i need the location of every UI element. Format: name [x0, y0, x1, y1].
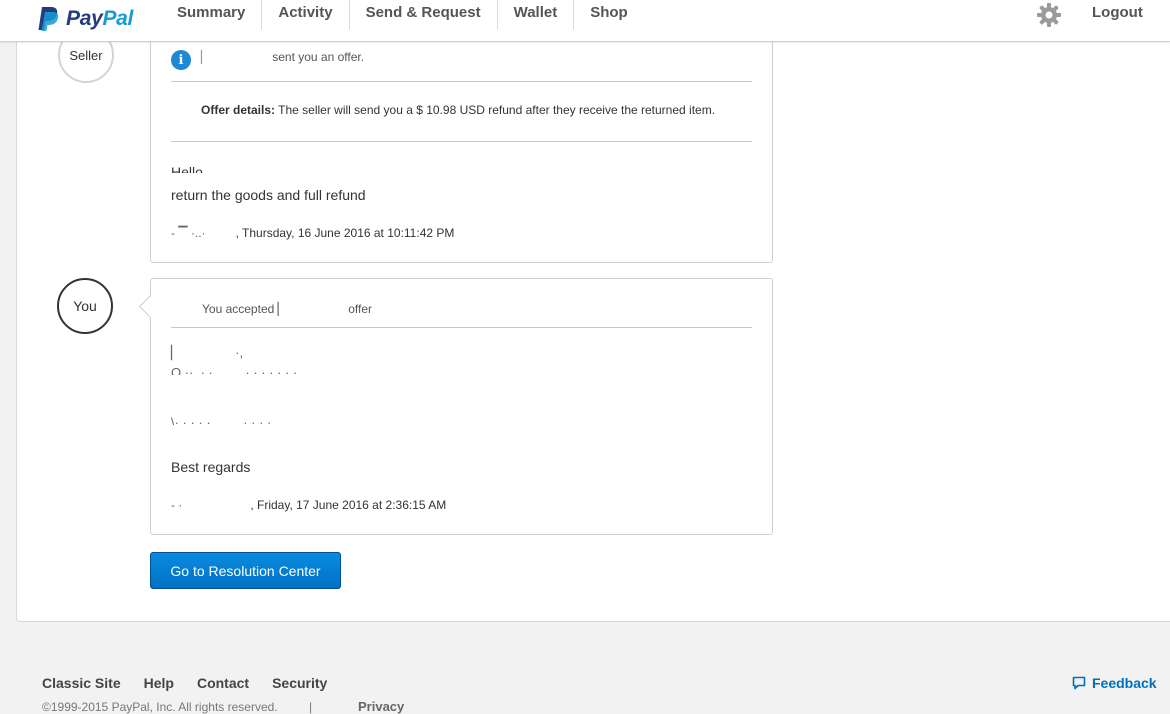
- feedback-icon: [1072, 676, 1086, 690]
- nav-shop[interactable]: Shop: [574, 0, 644, 30]
- seller-label: Seller: [69, 47, 103, 63]
- nav-wallet[interactable]: Wallet: [498, 0, 575, 30]
- nav-summary[interactable]: Summary: [161, 0, 263, 30]
- paypal-wordmark: PayPal: [66, 7, 134, 30]
- paypal-logo-icon: [38, 7, 59, 31]
- message-closing: Best regards: [171, 459, 251, 475]
- signature-timestamp: , Thursday, 16 June 2016 at 10:11:42 PM: [235, 226, 455, 240]
- message-signature: - ▔ ·..·, Thursday, 16 June 2016 at 10:1…: [171, 226, 455, 240]
- feedback-label: Feedback: [1092, 675, 1157, 691]
- footer-link-contact[interactable]: Contact: [197, 675, 249, 691]
- divider: [171, 327, 752, 328]
- feedback-link[interactable]: Feedback: [1072, 675, 1157, 691]
- main-nav: Summary Activity Send & Request Wallet S…: [161, 0, 644, 30]
- nav-activity[interactable]: Activity: [262, 0, 350, 30]
- offer-header-text: sent you an offer.: [272, 50, 365, 64]
- top-navigation-bar: PayPal Summary Activity Send & Request W…: [0, 0, 1170, 42]
- offer-details-label: Offer details:: [201, 103, 276, 117]
- you-avatar: You: [57, 278, 113, 334]
- message-greeting: Hello: [171, 164, 203, 173]
- info-icon: i: [171, 50, 191, 70]
- offer-details-text: The seller will send you a $ 10.98 USD r…: [278, 103, 716, 117]
- footer-link-help[interactable]: Help: [144, 675, 174, 691]
- divider: [171, 81, 752, 82]
- redacted-line: ▏ ·,: [171, 345, 244, 360]
- accepted-header-suffix: offer: [348, 302, 373, 316]
- signature-timestamp: , Friday, 17 June 2016 at 2:36:15 AM: [250, 498, 447, 512]
- divider: [171, 141, 752, 142]
- message-body: return the goods and full refund: [171, 187, 366, 203]
- offer-message-card: i ▏ sent you an offer. Offer details: The…: [150, 30, 773, 263]
- nav-send-request[interactable]: Send & Request: [350, 0, 498, 30]
- offer-details: Offer details: The seller will send you …: [201, 103, 715, 117]
- redacted-line: \· · · · · · · · ·: [171, 415, 272, 425]
- accepted-header-prefix: You accepted: [202, 302, 275, 316]
- offer-header: ▏ sent you an offer.: [201, 50, 365, 64]
- logout-link[interactable]: Logout: [1092, 4, 1143, 21]
- redacted-line: O ·· ,· · · · · ·,· · ·: [171, 365, 298, 375]
- go-to-resolution-center-button[interactable]: Go to Resolution Center: [150, 552, 341, 589]
- you-label: You: [73, 298, 97, 314]
- gear-icon[interactable]: [1036, 2, 1062, 28]
- footer-link-security[interactable]: Security: [272, 675, 327, 691]
- accepted-header: You accepted ▏ offer: [202, 302, 373, 316]
- paypal-logo[interactable]: PayPal: [36, 4, 133, 34]
- accepted-message-card: You accepted ▏ offer ▏ ·, O ·· ,· · · · …: [150, 278, 773, 535]
- footer-links: Classic Site Help Contact Security: [42, 675, 350, 691]
- footer-link-classic-site[interactable]: Classic Site: [42, 675, 121, 691]
- message-signature: - ·, Friday, 17 June 2016 at 2:36:15 AM: [171, 498, 447, 512]
